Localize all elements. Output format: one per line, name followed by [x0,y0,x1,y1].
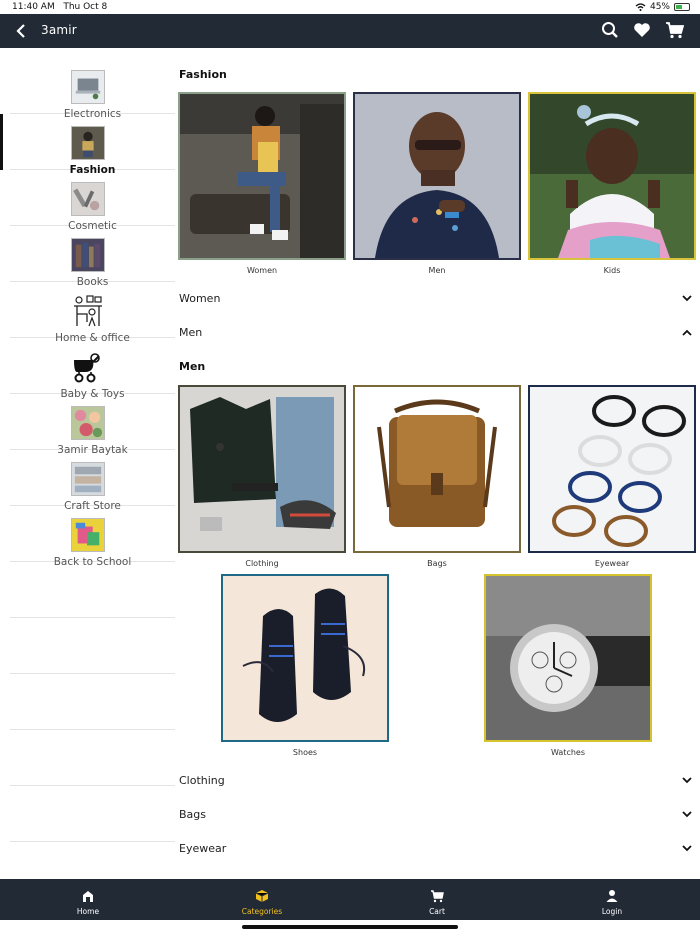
wifi-icon [635,3,646,11]
header-actions [600,20,684,40]
status-right: 45% [635,2,690,12]
status-time: 11:40 AM Thu Oct 8 [12,2,108,12]
tile-eyewear[interactable]: Eyewear [528,385,696,568]
sidebar-item-back-to-school[interactable]: Back to School [10,506,175,568]
accordion-eyewear[interactable]: Eyewear [179,838,694,858]
tab-login[interactable]: Login [567,879,657,920]
tile-caption: Kids [603,266,621,275]
tile-caption: Bags [427,559,447,568]
accordion-clothing[interactable]: Clothing [179,770,694,790]
cart-icon [392,889,482,905]
tab-cart[interactable]: Cart [392,879,482,920]
accordion-label: Eyewear [179,841,227,855]
accordion-label: Clothing [179,773,225,787]
home-office-icon [74,295,102,327]
craft-thumb-icon [71,462,105,496]
top-app-bar: 3amir [0,14,700,48]
tab-label: Categories [241,907,283,916]
status-bar: 11:40 AM Thu Oct 8 45% [0,0,700,14]
bags-image [353,385,521,553]
accordion-label: Bags [179,807,207,821]
sidebar-item-cosmetic[interactable]: Cosmetic [10,170,175,232]
books-thumb-icon [71,238,105,272]
men-image [353,92,521,260]
eyewear-image [528,385,696,553]
sidebar-empty-row [10,562,175,618]
watches-image [484,574,652,742]
accordion-women[interactable]: Women [179,288,694,308]
sidebar-item-books[interactable]: Books [10,226,175,288]
battery-icon [674,3,690,11]
women-image [178,92,346,260]
accordion-label: Women [179,291,221,305]
accordion-bags[interactable]: Bags [179,804,694,824]
tile-caption: Men [428,266,446,275]
accordion-men[interactable]: Men [179,322,694,342]
home-icon [43,889,133,905]
home-indicator [242,925,458,929]
category-content: Fashion Women Men Kids Women Men Men Clo… [176,48,700,879]
tab-label: Login [601,907,623,916]
tile-caption: Watches [551,748,585,757]
back-arrow-icon[interactable] [12,21,30,41]
heart-icon[interactable] [632,20,652,40]
cosmetic-thumb-icon [71,182,105,216]
fashion-section-title: Fashion [179,68,227,81]
tab-label: Cart [429,907,445,916]
stroller-icon [74,353,100,383]
chevron-down-icon [680,291,694,305]
shoes-image [221,574,389,742]
sidebar-item-home-office[interactable]: Home & office [10,282,175,344]
chevron-up-icon [680,325,694,339]
tab-categories[interactable]: Categories [217,879,307,920]
categories-icon [217,889,307,905]
accordion-label: Men [179,325,203,339]
sidebar-item-baby-toys[interactable]: Baby & Toys [10,338,175,400]
tile-men[interactable]: Men [353,92,521,275]
sidebar-item-electronics[interactable]: Electronics [10,58,175,120]
sidebar-empty-row [10,786,175,842]
tile-shoes[interactable]: Shoes [221,574,389,757]
category-sidebar: Electronics Fashion Cosmetic Books Home … [0,48,176,879]
tile-bags[interactable]: Bags [353,385,521,568]
tile-women[interactable]: Women [178,92,346,275]
tile-caption: Women [246,266,278,275]
bottom-tab-bar: Home Categories Cart Login [0,879,700,920]
chevron-down-icon [680,841,694,855]
user-icon [567,889,657,905]
tile-kids[interactable]: Kids [528,92,696,275]
tile-caption: Clothing [245,559,279,568]
sidebar-empty-row [10,618,175,674]
kids-image [528,92,696,260]
chevron-down-icon [680,773,694,787]
sidebar-item-3amir-baytak[interactable]: 3amir Baytak [10,394,175,456]
clothing-image [178,385,346,553]
tab-label: Home [76,907,100,916]
electronics-thumb-icon [71,70,105,104]
sidebar-item-craft-store[interactable]: Craft Store [10,450,175,512]
tile-watches[interactable]: Watches [484,574,652,757]
chevron-down-icon [680,807,694,821]
search-icon[interactable] [600,20,620,40]
fashion-thumb-icon [71,126,105,160]
app-title: 3amir [41,23,77,37]
men-section-title: Men [179,360,206,373]
school-thumb-icon [71,518,105,552]
sidebar-empty-row [10,730,175,786]
active-category-marker [0,114,3,170]
tile-caption: Shoes [292,748,318,757]
tile-clothing[interactable]: Clothing [178,385,346,568]
cart-icon[interactable] [664,20,684,40]
tile-caption: Eyewear [594,559,630,568]
sidebar-item-fashion[interactable]: Fashion [10,114,175,176]
sidebar-empty-row [10,674,175,730]
battery-percent: 45% [649,2,670,12]
tab-home[interactable]: Home [43,879,133,920]
baytak-thumb-icon [71,406,105,440]
